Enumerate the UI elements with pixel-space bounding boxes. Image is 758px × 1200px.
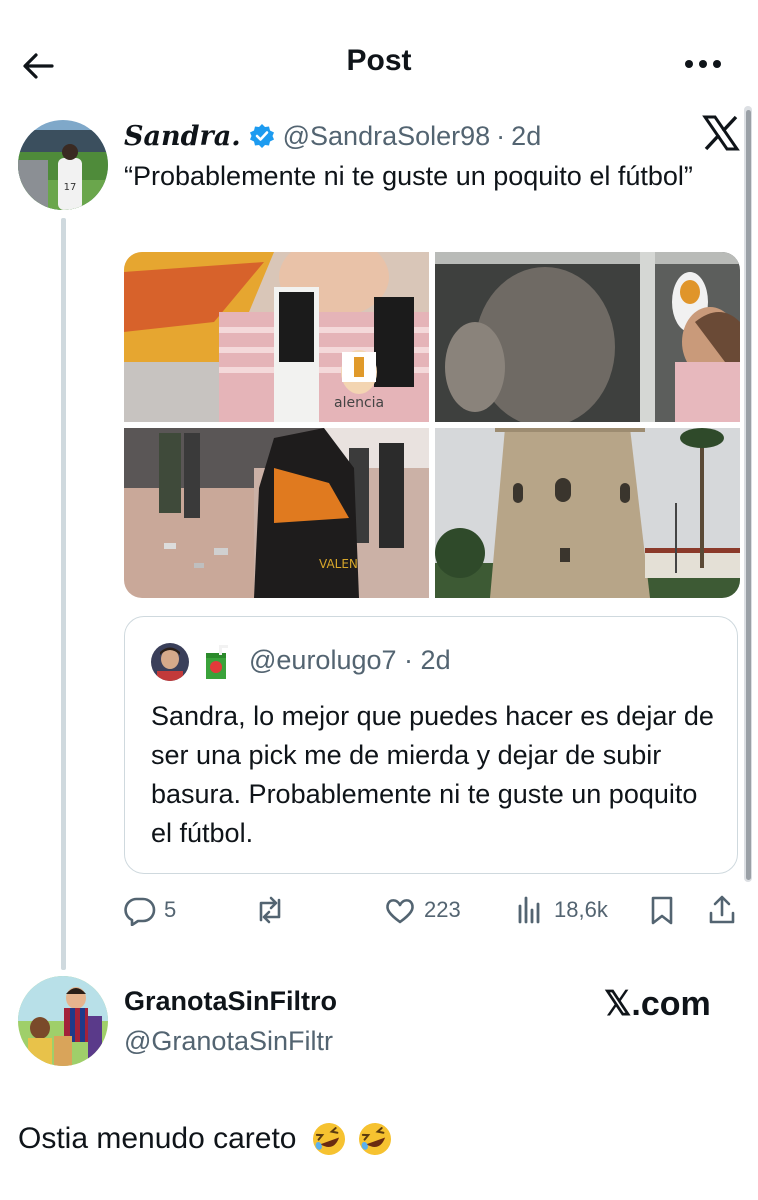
avatar[interactable]: 17 <box>18 120 108 210</box>
like-count: 223 <box>424 897 461 922</box>
rofl-emoji-icon <box>359 1123 392 1155</box>
bookmark-button[interactable] <box>646 890 678 930</box>
like-icon <box>386 899 414 924</box>
share-button[interactable] <box>706 890 738 930</box>
reply-text-row: Ostia menudo careto <box>18 1120 394 1158</box>
like-button[interactable]: 223 <box>384 890 461 930</box>
quoted-timestamp[interactable]: 2d <box>421 645 451 675</box>
quoted-text: Sandra, lo mejor que puedes hacer es dej… <box>151 701 714 848</box>
timestamp[interactable]: 2d <box>511 121 541 152</box>
avatar-illustration-image <box>18 976 108 1066</box>
quoted-avatar[interactable] <box>151 643 189 681</box>
page-title: Post <box>346 44 412 77</box>
quoted-tweet[interactable]: @eurolugo7 · 2d Sandra, lo mejor que pue… <box>124 616 738 874</box>
photo-torre-del-oro[interactable] <box>435 428 740 598</box>
separator-dot: · <box>404 645 414 675</box>
handle[interactable]: @SandraSoler98 <box>283 121 491 152</box>
repost-button[interactable] <box>254 890 294 930</box>
display-name[interactable]: Sandra. <box>124 121 241 152</box>
photo-fan-valencia-flag[interactable]: VALEN <box>124 428 429 598</box>
svg-text:alencia: alencia <box>334 395 384 411</box>
x-logo-icon <box>702 115 740 151</box>
reply-avatar[interactable] <box>18 976 108 1066</box>
media-grid: alencia VALEN <box>124 252 740 598</box>
thread-line <box>61 218 66 970</box>
tweet-author-row: Sandra. @SandraSoler98 · 2d <box>124 116 541 156</box>
avatar-stadium-image: 17 <box>18 120 108 210</box>
x-logo-button[interactable] <box>702 114 740 152</box>
tweet-text: “Probablemente ni te guste un poquito el… <box>124 161 693 191</box>
juice-box-emoji-icon <box>203 643 231 681</box>
quoted-handle[interactable]: @eurolugo7 <box>249 645 397 675</box>
photo-child-with-father[interactable] <box>435 252 740 422</box>
bookmark-icon <box>651 896 673 925</box>
share-icon <box>709 895 735 924</box>
scrollbar-thumb[interactable] <box>746 110 751 880</box>
more-icon <box>685 60 721 68</box>
rofl-emoji-icon <box>313 1123 346 1155</box>
views-icon <box>518 896 540 924</box>
reply-display-name[interactable]: GranotaSinFiltro <box>124 986 337 1017</box>
more-options-button[interactable] <box>678 50 728 78</box>
svg-text:VALEN: VALEN <box>319 557 358 571</box>
photo-child-valencia-scarf[interactable]: alencia <box>124 252 429 422</box>
reply-icon <box>124 897 156 926</box>
reply-text: Ostia menudo careto <box>18 1122 297 1155</box>
separator-dot: · <box>496 120 506 151</box>
reply-handle[interactable]: @GranotaSinFiltr <box>124 1026 333 1057</box>
reply-button[interactable]: 5 <box>124 890 176 930</box>
x-com-watermark: 𝕏.com <box>604 985 711 1023</box>
quoted-meta: @eurolugo7 · 2d <box>249 645 451 676</box>
views-button[interactable]: 18,6k <box>514 890 608 930</box>
view-count: 18,6k <box>554 897 608 922</box>
svg-text:17: 17 <box>64 182 77 193</box>
verified-badge-icon <box>249 124 274 148</box>
reply-count: 5 <box>164 897 177 922</box>
repost-icon <box>259 896 281 924</box>
